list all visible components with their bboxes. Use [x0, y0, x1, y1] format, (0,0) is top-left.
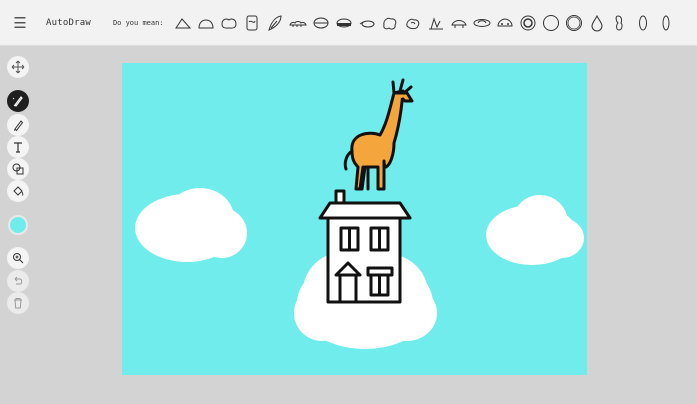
cloud-outline-icon — [289, 20, 307, 27]
draw-tool[interactable] — [7, 114, 29, 136]
cloud-outline-icon — [359, 20, 375, 27]
doodle-icon — [246, 15, 258, 30]
giraffe-drawing — [343, 78, 414, 191]
suggestion-cloud-6[interactable] — [310, 10, 333, 36]
suggestions-label: Do you mean: — [112, 18, 164, 27]
suggestion-cloud-1[interactable] — [172, 10, 195, 36]
cloud-outline-icon — [451, 19, 467, 28]
suggestion-drop[interactable] — [586, 10, 609, 36]
hamburger-menu-icon[interactable]: ☰ — [0, 0, 40, 46]
type-text-icon — [14, 142, 22, 153]
undo-icon — [14, 276, 23, 285]
top-bar: ☰ AutoDraw Do you mean: — [0, 0, 697, 46]
cloud-outline-icon — [221, 18, 237, 29]
type-tool[interactable] — [7, 136, 29, 158]
cloud-outline-icon — [406, 18, 420, 29]
cloud-outline-icon — [429, 16, 444, 29]
suggestion-cloud-5[interactable] — [287, 10, 310, 36]
suggestion-cloud-14[interactable] — [494, 10, 517, 36]
oval-icon — [662, 15, 670, 30]
color-picker-swatch[interactable] — [8, 215, 28, 235]
undo-button[interactable] — [7, 270, 29, 292]
cloud-outline-icon — [383, 17, 397, 29]
app-title: AutoDraw — [46, 17, 91, 28]
cloud-right — [486, 195, 584, 265]
move-tool[interactable] — [7, 56, 29, 78]
cloud-outline-icon — [313, 17, 329, 28]
fill-tool[interactable] — [7, 180, 29, 202]
feather-icon — [268, 14, 282, 31]
circle-icon — [566, 14, 583, 31]
shape-icon — [12, 163, 24, 175]
suggestion-cloud-7[interactable] — [333, 10, 356, 36]
suggestion-feather[interactable] — [264, 10, 287, 36]
suggestion-cloud-4[interactable] — [241, 10, 264, 36]
trash-icon — [14, 298, 22, 309]
cloud-outline-icon — [336, 18, 352, 27]
suggestion-peanut[interactable] — [609, 10, 632, 36]
cloud-outline-icon — [175, 17, 192, 28]
fill-bucket-icon — [13, 186, 24, 196]
cloud-outline-icon — [497, 17, 513, 26]
pencil-icon — [14, 120, 24, 132]
move-arrows-icon — [11, 60, 25, 74]
shape-tool[interactable] — [7, 158, 29, 180]
suggestion-cloud-3[interactable] — [218, 10, 241, 36]
cloud-left — [135, 188, 247, 262]
suggestion-cloud-9[interactable] — [379, 10, 402, 36]
drop-icon — [591, 14, 603, 31]
autodraw-app: ☰ AutoDraw Do you mean: — [0, 0, 697, 404]
suggestion-cloud-2[interactable] — [195, 10, 218, 36]
zoom-icon — [13, 253, 24, 264]
circle-icon — [543, 14, 560, 31]
suggestion-oval-2[interactable] — [655, 10, 678, 36]
drawing-canvas[interactable] — [122, 63, 587, 375]
suggestion-oval-1[interactable] — [632, 10, 655, 36]
suggestion-cloud-12[interactable] — [448, 10, 471, 36]
suggestion-circle-1[interactable] — [540, 10, 563, 36]
peanut-icon — [615, 14, 623, 31]
suggestion-cloud-10[interactable] — [402, 10, 425, 36]
oval-icon — [639, 15, 648, 30]
suggestion-cloud-11[interactable] — [425, 10, 448, 36]
house-drawing — [318, 189, 412, 304]
autodraw-tool[interactable] — [7, 90, 29, 112]
suggestion-circle-2[interactable] — [563, 10, 586, 36]
suggestion-cloud-15[interactable] — [517, 10, 540, 36]
cloud-outline-icon — [473, 18, 491, 27]
suggestion-cloud-13[interactable] — [471, 10, 494, 36]
drawing-surface — [135, 78, 584, 349]
autodraw-pen-icon — [12, 96, 23, 107]
suggestion-cloud-8[interactable] — [356, 10, 379, 36]
delete-button[interactable] — [7, 292, 29, 314]
zoom-tool[interactable] — [7, 247, 29, 269]
ring-icon — [520, 15, 536, 30]
suggestion-list — [172, 10, 678, 36]
cloud-outline-icon — [198, 18, 214, 28]
